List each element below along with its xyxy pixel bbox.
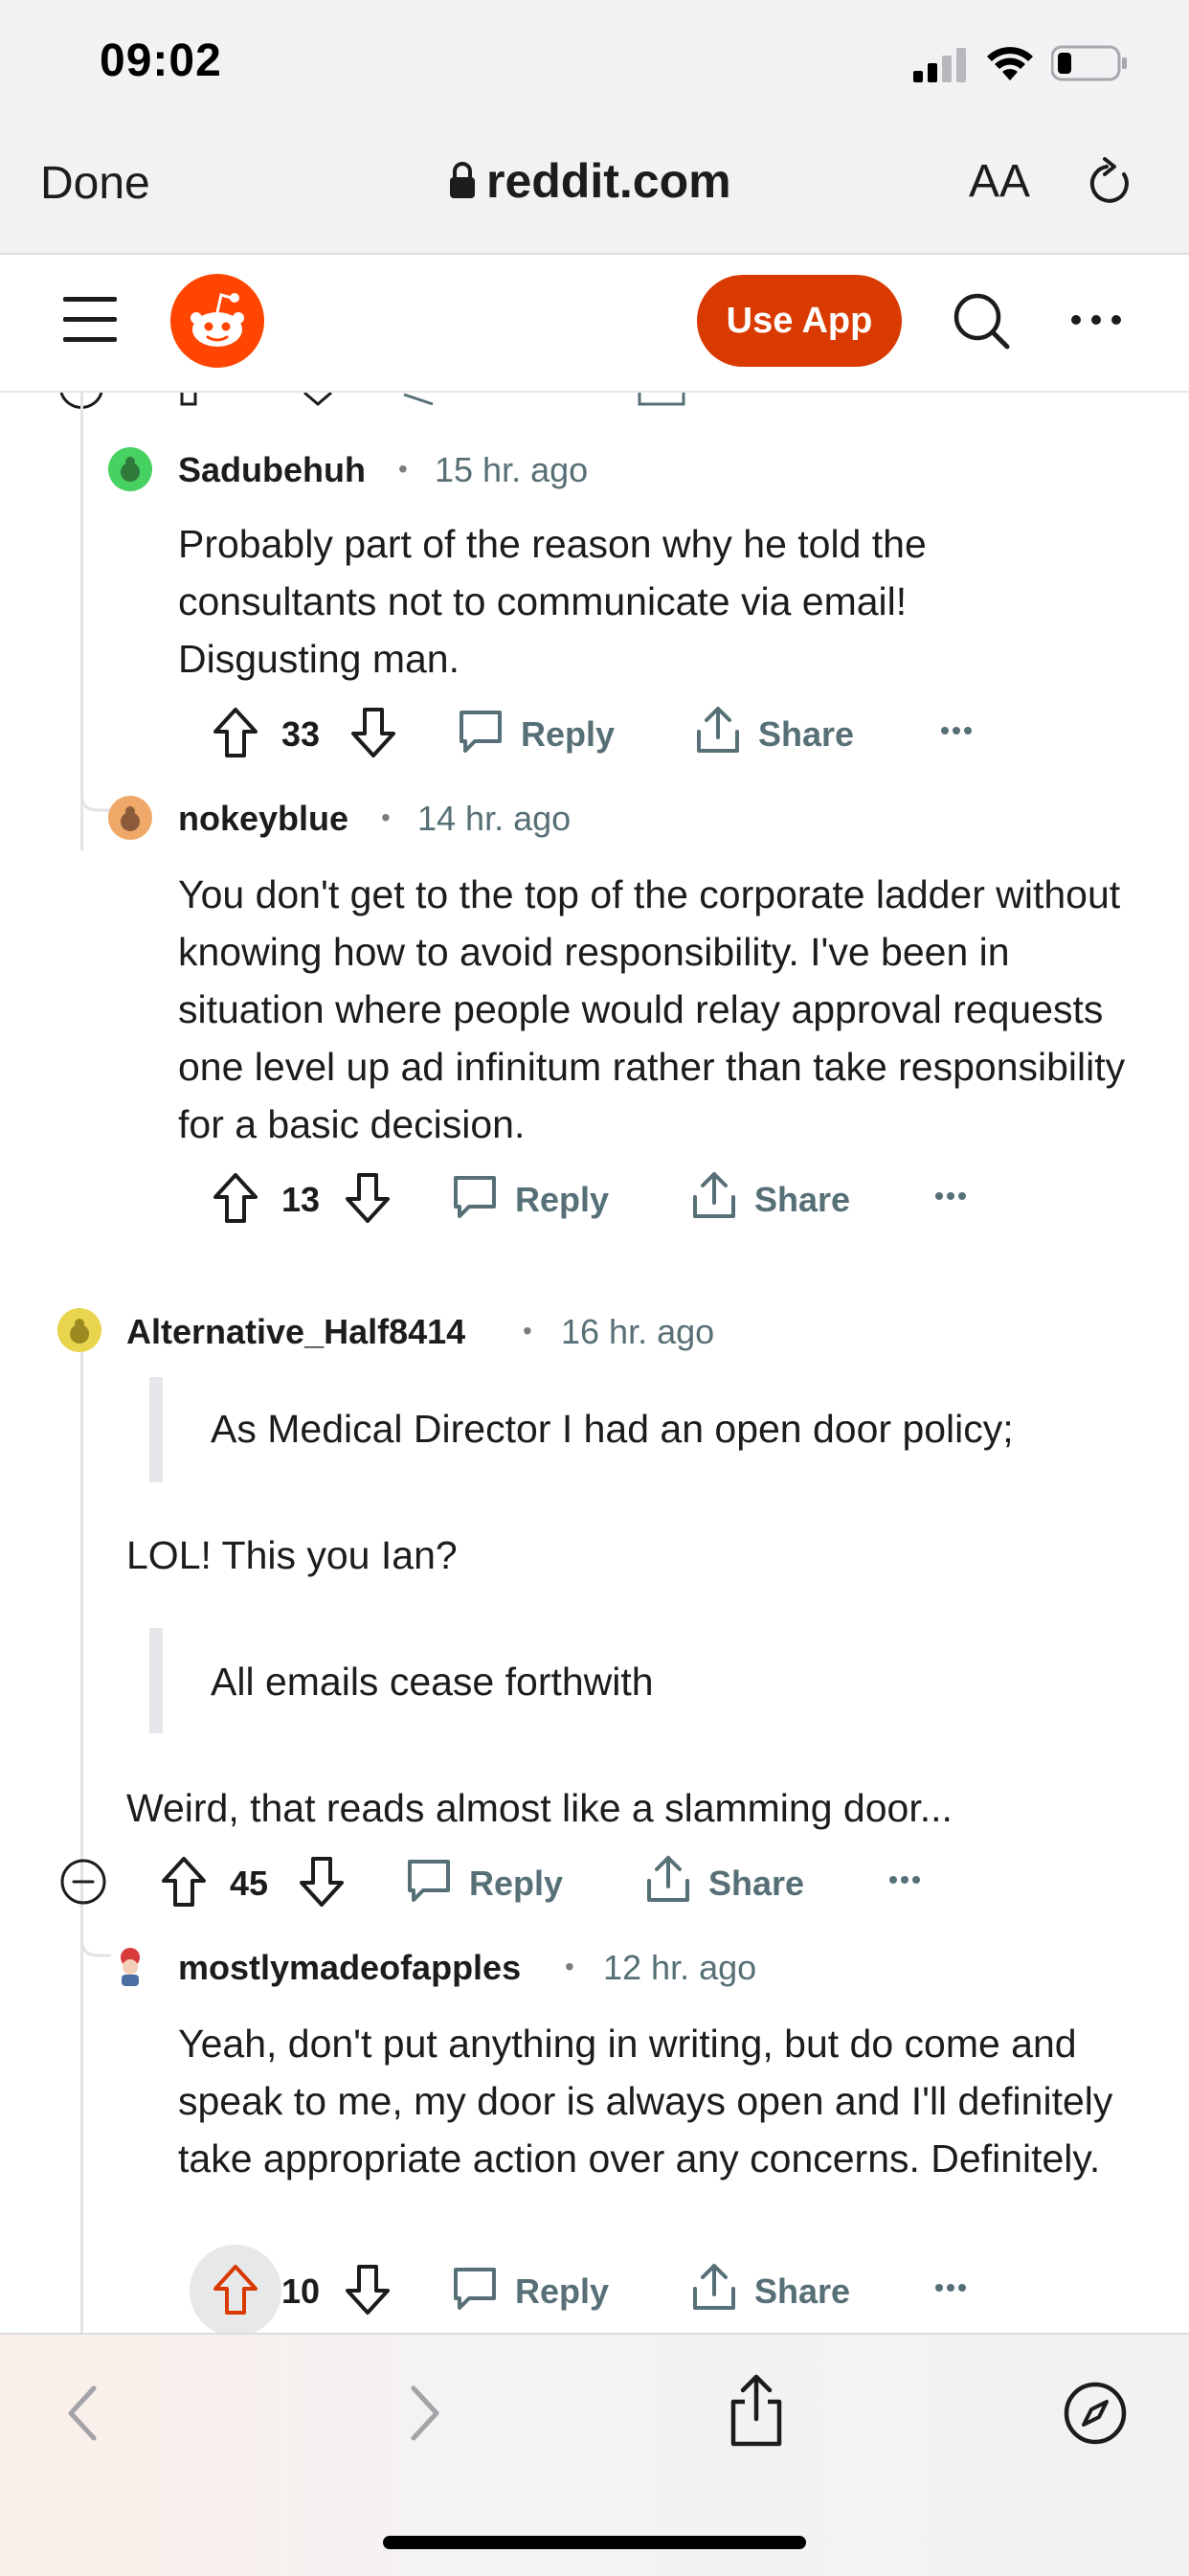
text-size-button[interactable]: AA: [969, 155, 1030, 208]
upvote-icon[interactable]: [213, 1172, 258, 1224]
status-time: 09:02: [100, 35, 222, 86]
avatar[interactable]: [108, 796, 152, 840]
share-button[interactable]: Share: [708, 1864, 804, 1904]
vote-count: 10: [281, 2271, 321, 2311]
share-page-icon[interactable]: [728, 2371, 785, 2448]
reply-button[interactable]: Reply: [515, 2271, 609, 2312]
done-button[interactable]: Done: [40, 157, 150, 210]
vote-count: 13: [281, 1180, 321, 1219]
comment-timestamp: 15 hr. ago: [435, 450, 589, 489]
share-icon[interactable]: [695, 705, 741, 755]
downvote-icon[interactable]: [299, 1856, 345, 1908]
comment-timestamp: 12 hr. ago: [603, 1948, 757, 1987]
share-button[interactable]: Share: [754, 1180, 850, 1220]
thread-line: [80, 1350, 83, 2337]
downvote-icon[interactable]: [350, 707, 396, 758]
reply-button[interactable]: Reply: [469, 1864, 563, 1904]
home-indicator: [383, 2536, 806, 2549]
downvote-icon[interactable]: [345, 2264, 391, 2316]
meta-separator: •: [398, 454, 408, 484]
reload-icon[interactable]: [1086, 153, 1137, 211]
blockquote-text: As Medical Director I had an open door p…: [211, 1407, 1014, 1451]
more-options-icon[interactable]: [1070, 312, 1122, 328]
more-actions-icon[interactable]: [888, 1875, 921, 1885]
blockquote-text: All emails cease forthwith: [211, 1660, 654, 1704]
use-app-button[interactable]: Use App: [697, 275, 902, 367]
share-icon[interactable]: [691, 2262, 737, 2312]
comment-body: You don't get to the top of the corporat…: [178, 872, 1126, 1146]
share-icon[interactable]: [645, 1854, 691, 1904]
reddit-logo-icon[interactable]: [170, 274, 264, 368]
more-actions-icon[interactable]: [940, 726, 973, 735]
compass-icon[interactable]: [1063, 2381, 1128, 2446]
upvote-icon[interactable]: [213, 2264, 258, 2316]
upvote-icon[interactable]: [213, 707, 258, 758]
downvote-icon[interactable]: [345, 1172, 391, 1224]
reply-icon[interactable]: [452, 2266, 498, 2314]
reply-icon[interactable]: [458, 709, 504, 757]
collapse-thread-icon[interactable]: [59, 1858, 107, 1906]
comment-timestamp: 16 hr. ago: [561, 1312, 715, 1351]
forward-icon[interactable]: [408, 2384, 442, 2442]
reply-icon[interactable]: [452, 1174, 498, 1222]
share-icon[interactable]: [691, 1170, 737, 1220]
blockquote-bar: [149, 1377, 163, 1482]
comment-username[interactable]: mostlymadeofapples: [178, 1948, 521, 1988]
search-icon[interactable]: [952, 291, 1013, 352]
comment-body: Yeah, don't put anything in writing, but…: [178, 2022, 1113, 2181]
blockquote-bar: [149, 1628, 163, 1733]
avatar[interactable]: [108, 447, 152, 491]
share-button[interactable]: Share: [758, 714, 854, 755]
url-field[interactable]: reddit.com: [486, 153, 731, 209]
more-actions-icon[interactable]: [934, 1191, 967, 1201]
vote-count: 33: [281, 714, 321, 754]
signal-icon: [913, 48, 969, 82]
meta-separator: •: [381, 802, 391, 832]
reply-button[interactable]: Reply: [521, 714, 615, 755]
more-actions-icon[interactable]: [934, 2283, 967, 2293]
upvote-icon[interactable]: [161, 1856, 207, 1908]
comment-body: Weird, that reads almost like a slamming…: [126, 1786, 953, 1830]
share-button[interactable]: Share: [754, 2271, 850, 2312]
meta-separator: •: [523, 1316, 532, 1345]
comment-username[interactable]: Sadubehuh: [178, 450, 366, 490]
back-icon[interactable]: [65, 2384, 100, 2442]
reply-icon[interactable]: [406, 1858, 452, 1906]
meta-separator: •: [565, 1952, 574, 1981]
reply-button[interactable]: Reply: [515, 1180, 609, 1220]
avatar[interactable]: [57, 1308, 101, 1352]
avatar[interactable]: [108, 1944, 152, 1988]
comment-body: Probably part of the reason why he told …: [178, 522, 927, 681]
hamburger-menu-icon[interactable]: [63, 295, 119, 345]
vote-count: 45: [230, 1864, 269, 1903]
comment-timestamp: 14 hr. ago: [417, 799, 572, 838]
lock-icon: [448, 161, 477, 199]
comment-username[interactable]: Alternative_Half8414: [126, 1312, 465, 1352]
comment-body: LOL! This you Ian?: [126, 1533, 458, 1577]
battery-icon: [1051, 44, 1128, 82]
clipped-action-row: [0, 393, 1189, 412]
wifi-icon: [986, 44, 1034, 82]
comment-username[interactable]: nokeyblue: [178, 799, 348, 839]
